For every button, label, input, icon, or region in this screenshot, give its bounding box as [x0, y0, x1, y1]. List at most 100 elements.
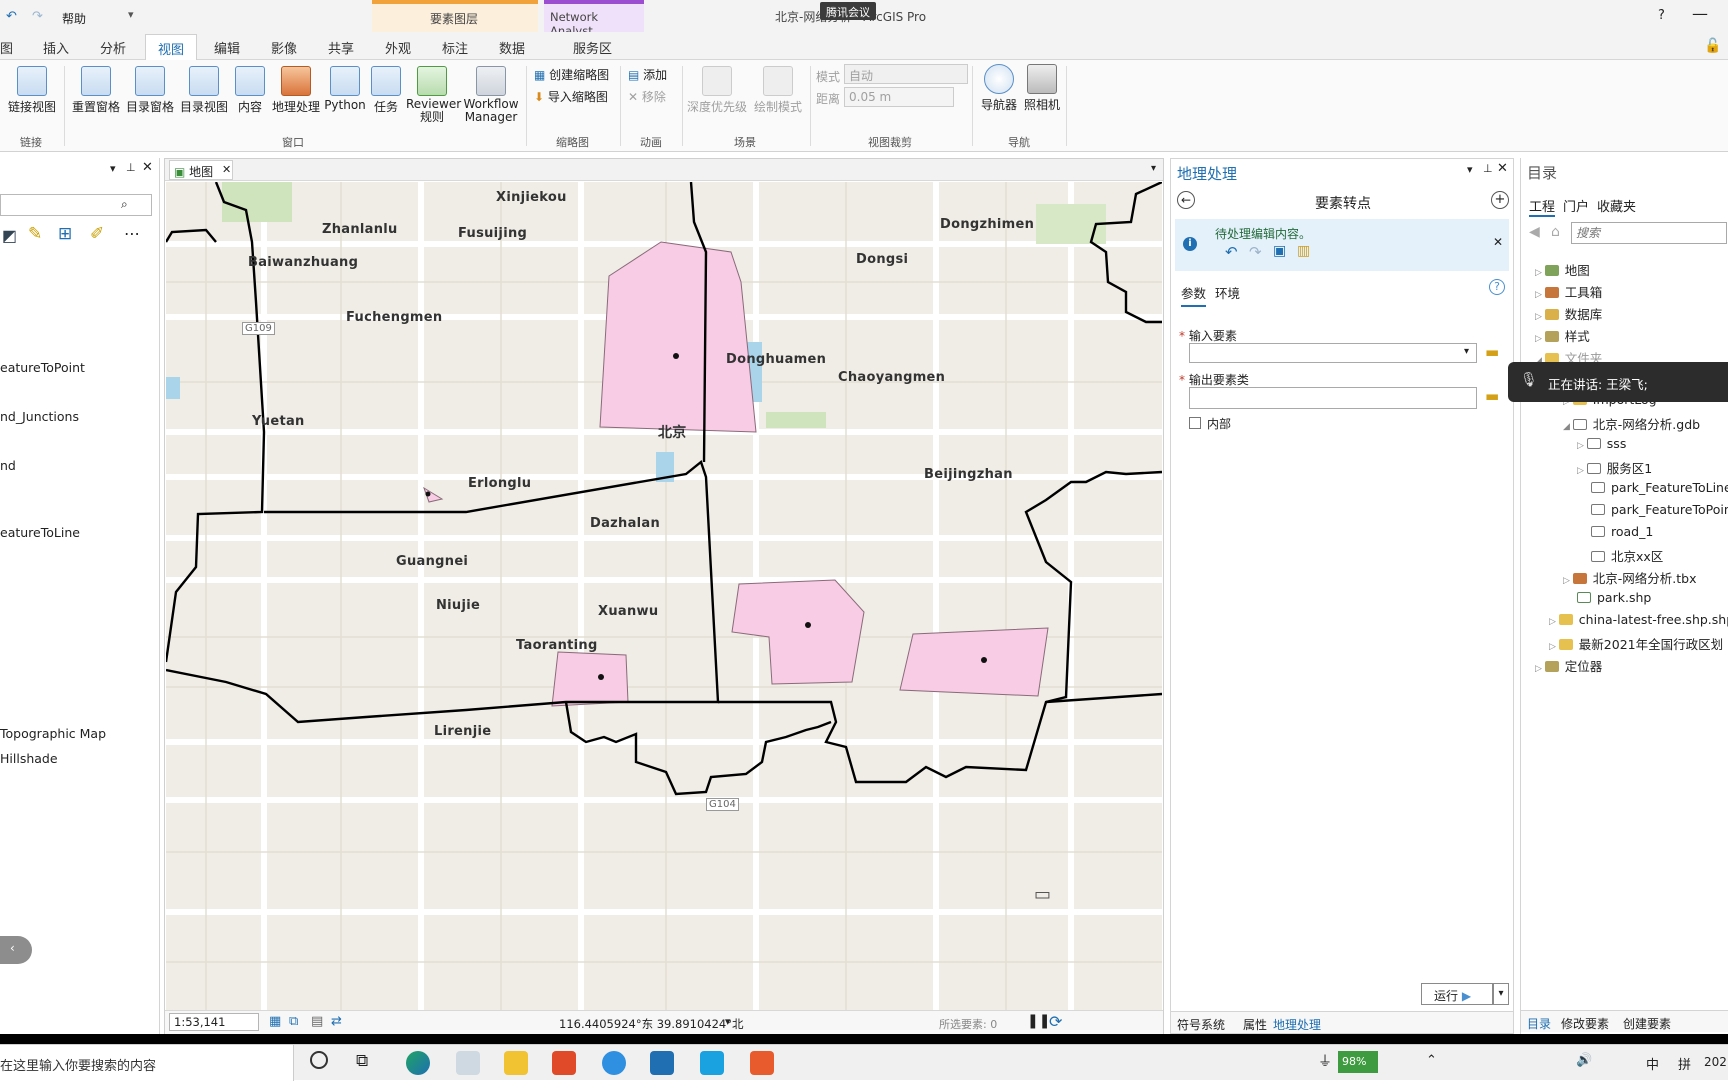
catalog-tree-item-maps[interactable]: ▷ 地图 [1535, 260, 1590, 279]
refresh-icon[interactable]: ⟳ [1049, 1012, 1062, 1031]
browse-folder-icon[interactable]: ▬ [1485, 343, 1499, 361]
scale-select[interactable]: 1:53,141 [169, 1013, 259, 1031]
tab-attributes[interactable]: 属性 [1243, 1016, 1267, 1033]
label-icon[interactable]: ✐ [90, 224, 104, 244]
camera-button[interactable]: 照相机 [1022, 64, 1062, 113]
battery-indicator[interactable]: 98% [1338, 1051, 1378, 1073]
catalog-tree-item-service-area[interactable]: ▷ 服务区1 [1577, 458, 1652, 477]
tab-service-area[interactable]: 服务区 [573, 38, 612, 57]
animation-add-button[interactable]: ▤ 添加 [628, 66, 667, 83]
tab-labeling[interactable]: 标注 [442, 38, 468, 57]
photos-icon[interactable] [456, 1051, 480, 1075]
mail-app-icon[interactable] [650, 1051, 674, 1075]
pause-icon[interactable]: ❚❚ [1027, 1013, 1050, 1029]
grid-icon[interactable]: ▦ [269, 1014, 281, 1029]
tab-imagery[interactable]: 影像 [271, 38, 297, 57]
tab-list-dropdown-icon[interactable]: ▾ [1151, 163, 1156, 174]
help-app-icon[interactable] [602, 1051, 626, 1075]
minimize-icon[interactable]: — [1692, 4, 1708, 23]
tab-project[interactable]: 工程 [1529, 196, 1556, 217]
back-icon[interactable]: ← [1177, 191, 1195, 209]
help-icon[interactable]: ? [1658, 8, 1665, 23]
browse-folder-icon[interactable]: ▬ [1485, 387, 1499, 405]
file-explorer-icon[interactable] [504, 1051, 528, 1075]
quick-access-dropdown-icon[interactable]: ▾ [128, 8, 134, 21]
map-canvas[interactable]: Xinjiekou Zhanlanlu Fusuijing Baiwanzhua… [166, 182, 1162, 1010]
catalog-tree-item-styles[interactable]: ▷ 样式 [1535, 326, 1590, 345]
link-views-button[interactable]: 链接视图 [6, 66, 58, 115]
catalog-tree-item-park-shp[interactable]: park.shp [1577, 590, 1651, 605]
catalog-tree-item-gdb[interactable]: ◢ 北京-网络分析.gdb [1563, 414, 1700, 433]
tab-insert[interactable]: 插入 [43, 38, 69, 57]
tab-geoprocessing[interactable]: 地理处理 [1273, 1016, 1321, 1033]
discard-edits-icon[interactable]: ▥ [1297, 243, 1310, 259]
collapse-pane-button[interactable]: ‹ [0, 936, 32, 964]
tasks-button[interactable]: 任务 [368, 66, 404, 115]
edge-icon[interactable] [406, 1051, 430, 1075]
tab-view[interactable]: 视图 [145, 34, 198, 61]
close-icon[interactable]: ✕ [142, 160, 153, 175]
catalog-tree-item-toolboxes[interactable]: ▷ 工具箱 [1535, 282, 1602, 301]
lock-icon[interactable]: 🔓 [1704, 38, 1721, 54]
tab-analysis[interactable]: 分析 [100, 38, 126, 57]
pane-menu-icon[interactable]: ▾ [110, 162, 116, 175]
workflow-manager-button[interactable]: Workflow Manager [460, 66, 522, 124]
cortana-icon[interactable] [310, 1051, 328, 1069]
close-icon[interactable]: ✕ [1497, 161, 1508, 176]
selected-features-count[interactable]: 所选要素: 0 [939, 1016, 997, 1032]
import-thumbnail-button[interactable]: ⬇ 导入缩略图 [534, 88, 608, 105]
arcgis-pro-taskbar-icon[interactable] [700, 1051, 724, 1075]
ime-mode[interactable]: 拼 [1678, 1054, 1691, 1073]
tab-create-features[interactable]: 创建要素 [1623, 1015, 1671, 1032]
pdf-app-icon[interactable] [750, 1051, 774, 1075]
catalog-tree-item-tbx[interactable]: ▷ 北京-网络分析.tbx [1563, 568, 1697, 587]
depth-priority-button[interactable]: 深度优先级 [686, 66, 748, 115]
tab-catalog[interactable]: 目录 [1527, 1015, 1551, 1032]
tab-favorites[interactable]: 收藏夹 [1597, 196, 1636, 215]
reset-panes-button[interactable]: 重置窗格 [70, 66, 122, 115]
contents-search-input[interactable]: ⌕ [0, 194, 152, 216]
pencil-icon[interactable]: ✎ [28, 224, 42, 244]
catalog-tree-item-china-shp[interactable]: ▷ china-latest-free.shp.shp [1549, 612, 1728, 627]
meeting-badge[interactable]: 腾讯会议 [820, 2, 876, 20]
back-icon[interactable]: ◀ [1529, 224, 1540, 240]
wps-icon[interactable] [552, 1051, 576, 1075]
catalog-search-input[interactable] [1571, 222, 1727, 244]
catalog-tree-item-feature-to-point[interactable]: park_FeatureToPoint [1591, 502, 1728, 517]
catalog-tree-item-admin-divisions[interactable]: ▷ 最新2021年全国行政区划 [1549, 634, 1723, 653]
usb-icon[interactable]: ⏚ [1318, 1051, 1332, 1071]
catalog-tree-item-databases[interactable]: ▷ 数据库 [1535, 304, 1602, 323]
map-overview-icon[interactable]: ▭ [1034, 884, 1051, 905]
pin-icon[interactable]: ⊥ [126, 161, 136, 174]
input-features-dropdown[interactable]: ▾ [1189, 343, 1477, 363]
home-icon[interactable]: ⌂ [1551, 224, 1560, 240]
catalog-tree-item-locators[interactable]: ▷ 定位器 [1535, 656, 1602, 675]
table-icon[interactable]: ▤ [311, 1014, 323, 1029]
layer-item[interactable]: eatureToPoint [0, 360, 85, 375]
polygon-filter-icon[interactable]: ◩ [2, 226, 17, 245]
clock[interactable]: 202 [1704, 1055, 1727, 1069]
mode-select[interactable]: 自动 [844, 64, 968, 84]
catalog-view-button[interactable]: 目录视图 [178, 66, 230, 115]
animation-remove-button[interactable]: ✕ 移除 [628, 88, 666, 105]
output-feature-class-input[interactable] [1189, 387, 1477, 409]
add-tool-icon[interactable]: + [1491, 191, 1509, 209]
tab-share[interactable]: 共享 [328, 38, 354, 57]
undo-icon[interactable]: ↶ [1225, 243, 1238, 261]
task-view-icon[interactable]: ⧉ [356, 1051, 368, 1071]
catalog-tree-item-sss[interactable]: ▷ sss [1577, 436, 1626, 451]
distance-input[interactable]: 0.05 m [844, 87, 954, 107]
tab-portal[interactable]: 门户 [1563, 196, 1589, 215]
coordinate-format-dropdown-icon[interactable]: ▾ [725, 1015, 731, 1028]
save-edits-icon[interactable]: ▣ [1273, 243, 1286, 259]
tab-edit[interactable]: 编辑 [214, 38, 240, 57]
snapping-icon[interactable]: ⧉ [289, 1014, 298, 1029]
tab-environments[interactable]: 环境 [1215, 283, 1240, 302]
run-button[interactable]: 运行 ▶ [1421, 983, 1493, 1005]
map-tab[interactable]: ▣ 地图 ✕ [169, 160, 233, 180]
tab-appearance[interactable]: 外观 [385, 38, 411, 57]
tab-data[interactable]: 数据 [499, 38, 525, 57]
run-dropdown[interactable]: ▾ [1493, 983, 1509, 1005]
reviewer-rules-button[interactable]: Reviewer 规则 [406, 66, 461, 124]
draw-mode-button[interactable]: 绘制模式 [750, 66, 806, 115]
